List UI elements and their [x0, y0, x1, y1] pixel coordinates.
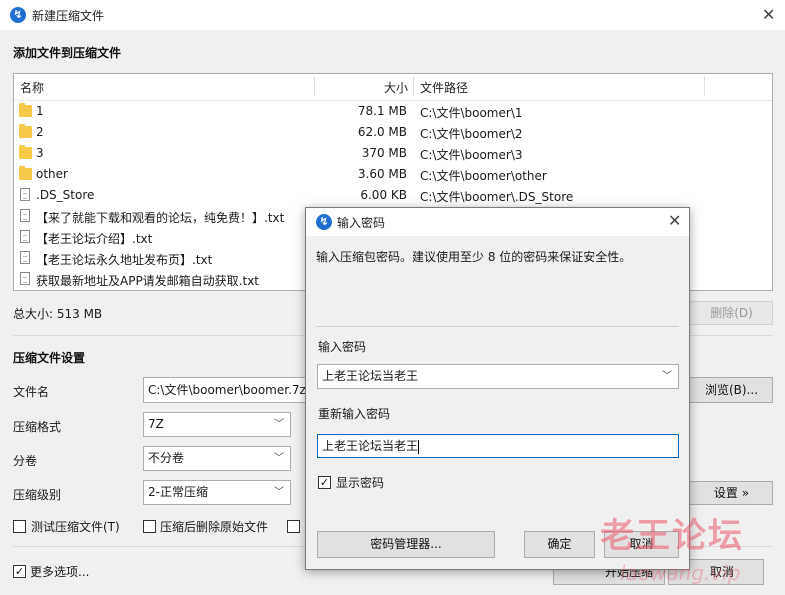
total-size-label: 总大小: 513 MB	[13, 307, 103, 321]
browse-button-label: 浏览(B)...	[704, 383, 759, 397]
dialog-title-bar: ↯ 输入密码 ✕	[306, 208, 689, 236]
table-row[interactable]: .DS_Store 6.00 KB C:\文件\boomer\.DS_Store	[14, 185, 772, 206]
password-manager-label: 密码管理器...	[370, 537, 442, 551]
file-name-cell: .DS_Store	[36, 188, 95, 202]
dialog-logo-icon: ↯	[316, 214, 332, 230]
file-path-cell: C:\文件\boomer\other	[420, 169, 547, 183]
file-path-cell: C:\文件\boomer\.DS_Store	[420, 190, 574, 204]
dialog-close-icon[interactable]: ✕	[668, 211, 681, 230]
filename-label: 文件名	[13, 385, 50, 399]
file-size-cell: 3.60 MB	[357, 167, 407, 181]
chevron-down-icon: ﹀	[274, 487, 284, 498]
show-password-label[interactable]: 显示密码	[336, 474, 384, 491]
dialog-ok-label: 确定	[547, 537, 572, 551]
level-label: 压缩级别	[13, 488, 62, 502]
settings-title: 压缩文件设置	[13, 351, 86, 365]
column-separator	[413, 76, 414, 96]
window-title: 新建压缩文件	[32, 9, 105, 23]
column-separator	[314, 76, 315, 96]
file-list-header: 名称 大小 文件路径	[14, 74, 772, 101]
file-name-cell: 1	[36, 104, 44, 118]
folder-icon	[19, 103, 32, 117]
format-label: 压缩格式	[13, 420, 62, 434]
delete-button-label: 删除(D)	[710, 306, 753, 320]
dialog-ok-button[interactable]: 确定	[524, 531, 595, 558]
title-bar: ↯ 新建压缩文件 ✕	[0, 0, 785, 30]
file-icon	[20, 188, 30, 201]
delete-after-checkbox[interactable]	[143, 520, 156, 533]
table-row[interactable]: 2 62.0 MB C:\文件\boomer\2	[14, 122, 772, 143]
dialog-description: 输入压缩包密码。建议使用至少 8 位的密码来保证安全性。	[316, 250, 632, 264]
file-icon	[20, 230, 30, 243]
format-select-value: 7Z	[148, 417, 164, 431]
close-icon[interactable]: ✕	[762, 5, 775, 24]
more-options-label[interactable]: 更多选项...	[30, 563, 89, 580]
column-separator	[704, 76, 705, 96]
file-name-cell: 【老王论坛永久地址发布页】.txt	[36, 253, 213, 267]
test-archive-checkbox[interactable]	[13, 520, 26, 533]
file-name-cell: 获取最新地址及APP请发邮箱自动获取.txt	[36, 274, 260, 288]
chevron-down-icon: ﹀	[274, 419, 284, 430]
level-select[interactable]: 2-正常压缩 ﹀	[143, 480, 291, 505]
password-input-value: 上老王论坛当老王	[322, 369, 419, 383]
extra-checkbox[interactable]	[287, 520, 300, 533]
file-name-cell: 3	[36, 146, 44, 160]
watermark-subtext: laowang.vip	[620, 561, 741, 585]
file-size-cell: 6.00 KB	[360, 188, 407, 202]
file-name-cell: other	[36, 167, 68, 181]
split-select[interactable]: 不分卷 ﹀	[143, 446, 291, 471]
delete-after-label: 压缩后删除原始文件	[160, 520, 269, 534]
watermark-text: 老王论坛	[600, 516, 744, 556]
file-path-cell: C:\文件\boomer\3	[420, 148, 523, 162]
column-header-name[interactable]: 名称	[20, 79, 44, 96]
advanced-settings-label: 设置 »	[713, 486, 750, 500]
folder-icon	[19, 166, 32, 180]
file-icon	[20, 272, 30, 285]
chevron-down-icon: ﹀	[274, 453, 284, 464]
file-size-cell: 370 MB	[361, 146, 407, 160]
file-path-cell: C:\文件\boomer\2	[420, 127, 523, 141]
folder-icon	[19, 124, 32, 138]
file-size-cell: 62.0 MB	[357, 125, 407, 139]
file-name-cell: 【来了就能下载和观看的论坛，纯免费！】.txt	[36, 211, 285, 225]
file-name-cell: 【老王论坛介绍】.txt	[36, 232, 153, 246]
browse-button[interactable]: 浏览(B)...	[686, 377, 773, 403]
table-row[interactable]: other 3.60 MB C:\文件\boomer\other	[14, 164, 772, 185]
test-archive-label: 测试压缩文件(T)	[31, 520, 120, 534]
dialog-title: 输入密码	[337, 216, 386, 230]
text-caret	[418, 439, 420, 454]
file-name-cell: 2	[36, 125, 44, 139]
column-header-path[interactable]: 文件路径	[420, 79, 468, 96]
file-icon	[20, 209, 30, 222]
file-size-cell: 78.1 MB	[357, 104, 407, 118]
dialog-divider	[316, 326, 679, 327]
level-select-value: 2-正常压缩	[148, 485, 208, 499]
password-label: 输入密码	[318, 340, 367, 354]
format-select[interactable]: 7Z ﹀	[143, 412, 291, 437]
chevron-down-icon[interactable]: ﹀	[662, 365, 672, 388]
folder-icon	[19, 145, 32, 159]
password-manager-button[interactable]: 密码管理器...	[317, 531, 495, 558]
password-input[interactable]: 上老王论坛当老王 ﹀	[317, 364, 679, 389]
app-logo-icon: ↯	[10, 7, 26, 23]
table-row[interactable]: 3 370 MB C:\文件\boomer\3	[14, 143, 772, 164]
show-password-checkbox[interactable]: ✓	[318, 476, 331, 489]
file-path-cell: C:\文件\boomer\1	[420, 106, 523, 120]
table-row[interactable]: 1 78.1 MB C:\文件\boomer\1	[14, 101, 772, 122]
split-select-value: 不分卷	[148, 451, 185, 465]
add-files-title: 添加文件到压缩文件	[13, 46, 122, 60]
confirm-password-value: 上老王论坛当老王	[322, 439, 419, 453]
split-label: 分卷	[13, 454, 38, 468]
file-icon	[20, 251, 30, 264]
confirm-password-label: 重新输入密码	[318, 407, 391, 421]
confirm-password-input[interactable]: 上老王论坛当老王	[317, 434, 679, 458]
column-header-size[interactable]: 大小	[384, 79, 408, 96]
more-options-checkbox[interactable]: ✓	[13, 565, 26, 578]
